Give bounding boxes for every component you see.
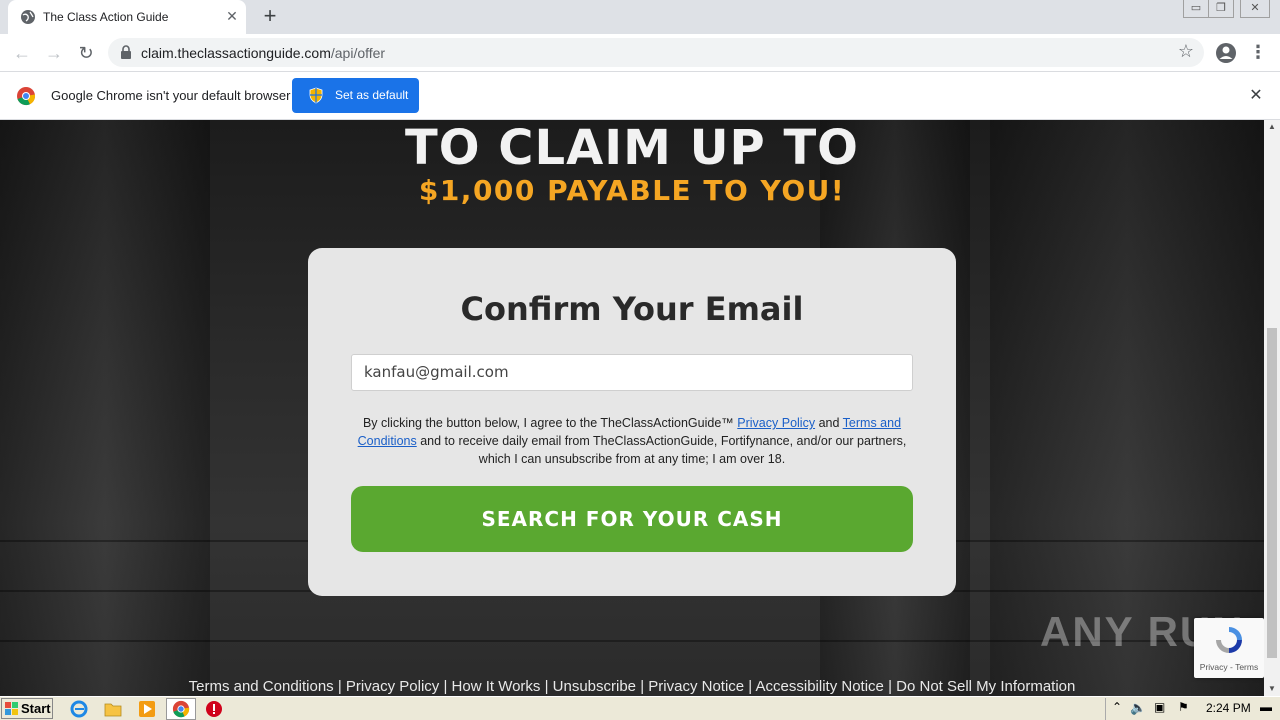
footer-link-unsubscribe[interactable]: Unsubscribe <box>553 678 636 695</box>
chrome-menu-icon[interactable]: ⋮ <box>1248 41 1268 65</box>
email-field[interactable]: kanfau@gmail.com <box>351 354 913 391</box>
ie-icon[interactable] <box>70 700 88 718</box>
form-title: Confirm Your Email <box>460 290 804 328</box>
windows-taskbar: Start ⌃ 🔈 ▣ ⚑ ▬ 2:24 PM <box>0 696 1280 720</box>
footer-separator: | <box>744 678 756 695</box>
recaptcha-badge[interactable]: Privacy - Terms <box>1194 618 1264 678</box>
start-label: Start <box>21 701 51 716</box>
forward-button[interactable]: → <box>42 41 66 65</box>
scrollbar-thumb[interactable] <box>1267 328 1277 658</box>
restore-button[interactable]: ❐ <box>1208 0 1234 18</box>
reload-button[interactable]: ↻ <box>74 41 98 65</box>
scroll-up-icon[interactable]: ▲ <box>1264 120 1280 134</box>
footer-separator: | <box>439 678 452 695</box>
system-tray: ⌃ 🔈 ▣ ⚑ ▬ <box>1105 698 1280 720</box>
close-window-button[interactable]: ✕ <box>1240 0 1270 18</box>
chrome-taskbar-button[interactable] <box>166 698 196 720</box>
stop-icon[interactable] <box>205 700 223 718</box>
search-for-cash-button[interactable]: SEARCH FOR YOUR CASH <box>351 486 913 552</box>
new-tab-button[interactable]: + <box>258 5 282 29</box>
url-text: claim.theclassactionguide.com/api/offer <box>141 45 385 61</box>
footer-separator: | <box>636 678 649 695</box>
media-player-icon[interactable] <box>138 700 156 718</box>
close-tab-icon[interactable]: ✕ <box>223 7 241 25</box>
folder-icon[interactable] <box>104 700 122 718</box>
clock: 2:24 PM <box>1206 701 1251 715</box>
legal-text-1: By clicking the button below, I agree to… <box>362 416 734 430</box>
legal-text-2: and to receive daily email from TheClass… <box>420 434 907 466</box>
infobar-message: Google Chrome isn't your default browser <box>51 88 291 103</box>
footer-link-do-not-sell[interactable]: Do Not Sell My Information <box>896 678 1075 695</box>
footer-link-privacy[interactable]: Privacy Policy <box>346 678 439 695</box>
footer-separator: | <box>883 678 897 695</box>
address-bar[interactable]: claim.theclassactionguide.com/api/offer … <box>108 38 1204 67</box>
headline-amount: $1,000 PAYABLE TO YOU! <box>418 174 846 207</box>
headline-claim: TO CLAIM UP TO <box>405 120 859 176</box>
windows-flag-icon <box>5 702 18 715</box>
page-viewport: TO CLAIM UP TO $1,000 PAYABLE TO YOU! Co… <box>0 120 1264 696</box>
footer-separator: | <box>333 678 346 695</box>
footer-link-how-it-works[interactable]: How It Works <box>452 678 541 695</box>
set-as-default-label: Set as default <box>335 88 409 102</box>
recaptcha-icon <box>1216 627 1242 653</box>
footer-link-terms[interactable]: Terms and Conditions <box>189 678 334 695</box>
volume-icon[interactable]: 🔈 <box>1130 700 1146 716</box>
chrome-logo-icon <box>17 87 36 106</box>
profile-icon[interactable] <box>1214 41 1238 65</box>
browser-toolbar: ← → ↻ claim.theclassactionguide.com/api/… <box>0 34 1280 72</box>
legal-consent-text: By clicking the button below, I agree to… <box>351 414 913 468</box>
shield-icon <box>309 87 323 104</box>
default-browser-infobar: Google Chrome isn't your default browser… <box>0 72 1280 120</box>
legal-and: and <box>818 416 840 430</box>
url-path: /api/offer <box>330 45 386 61</box>
footer-links: Terms and Conditions | Privacy Policy | … <box>0 678 1264 695</box>
footer-separator: | <box>540 678 553 695</box>
tray-expand-icon[interactable]: ⌃ <box>1112 700 1122 714</box>
privacy-policy-link[interactable]: Privacy Policy <box>737 416 815 430</box>
show-desktop-icon[interactable]: ▬ <box>1260 700 1272 714</box>
tab-title: The Class Action Guide <box>43 10 169 24</box>
lock-icon <box>121 45 131 59</box>
flag-notification-icon[interactable]: ⚑ <box>1178 700 1189 714</box>
page-scrollbar[interactable]: ▲ ▼ <box>1264 120 1280 696</box>
url-host: claim.theclassactionguide.com <box>141 45 331 61</box>
tab-class-action-guide[interactable]: The Class Action Guide ✕ <box>8 0 246 34</box>
minimize-button[interactable]: ▭ <box>1183 0 1209 18</box>
bookmark-star-icon[interactable]: ☆ <box>1178 41 1194 62</box>
recaptcha-links[interactable]: Privacy - Terms <box>1194 662 1264 672</box>
globe-icon <box>21 10 35 24</box>
chrome-icon <box>172 700 190 718</box>
start-button[interactable]: Start <box>1 698 53 719</box>
footer-link-privacy-notice[interactable]: Privacy Notice <box>648 678 744 695</box>
footer-link-accessibility[interactable]: Accessibility Notice <box>756 678 884 695</box>
back-button[interactable]: ← <box>10 41 34 65</box>
email-confirm-card: Confirm Your Email kanfau@gmail.com By c… <box>308 248 956 596</box>
close-infobar-icon[interactable]: ✕ <box>1246 86 1266 106</box>
tab-strip: The Class Action Guide ✕ + ▭ ❐ ✕ <box>0 0 1280 34</box>
set-as-default-button[interactable]: Set as default <box>292 78 419 113</box>
scroll-down-icon[interactable]: ▼ <box>1264 682 1280 696</box>
network-icon[interactable]: ▣ <box>1154 700 1165 714</box>
